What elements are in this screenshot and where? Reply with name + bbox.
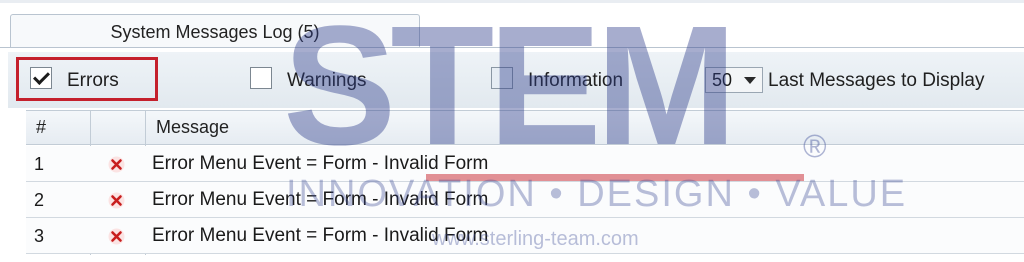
errors-label[interactable]: Errors [67,69,119,93]
window-top-edge [0,0,1024,3]
table-row[interactable]: 1 Error Menu Event = Form - Invalid Form [26,146,1024,182]
row-number: 2 [34,190,45,210]
error-x-icon [108,192,125,209]
information-checkbox[interactable] [491,67,513,89]
warnings-checkbox[interactable] [250,67,272,89]
row-message: Error Menu Event = Form - Invalid Form [152,153,489,174]
tab-system-messages-log[interactable]: System Messages Log (5) [10,14,420,48]
column-header-message[interactable]: Message [156,111,229,146]
row-message: Error Menu Event = Form - Invalid Form [152,225,489,246]
row-message: Error Menu Event = Form - Invalid Form [152,189,489,210]
tab-divider [0,47,1024,48]
table-header: # Message [26,110,1024,145]
message-count-label: Last Messages to Display [768,70,985,91]
errors-checkbox[interactable] [30,67,52,89]
warnings-label[interactable]: Warnings [287,69,367,93]
tab-label: System Messages Log (5) [110,22,320,42]
message-count-value: 50 [712,70,733,90]
row-number: 1 [34,154,45,174]
error-x-icon [108,228,125,245]
message-count-dropdown[interactable]: 50 [705,67,763,93]
error-x-icon [108,156,125,173]
information-label[interactable]: Information [528,69,623,93]
table-row[interactable]: 3 Error Menu Event = Form - Invalid Form [26,218,1024,254]
table-row[interactable]: 2 Error Menu Event = Form - Invalid Form [26,182,1024,218]
chevron-down-icon[interactable] [744,77,756,84]
column-header-number[interactable]: # [36,111,46,146]
row-number: 3 [34,226,45,246]
